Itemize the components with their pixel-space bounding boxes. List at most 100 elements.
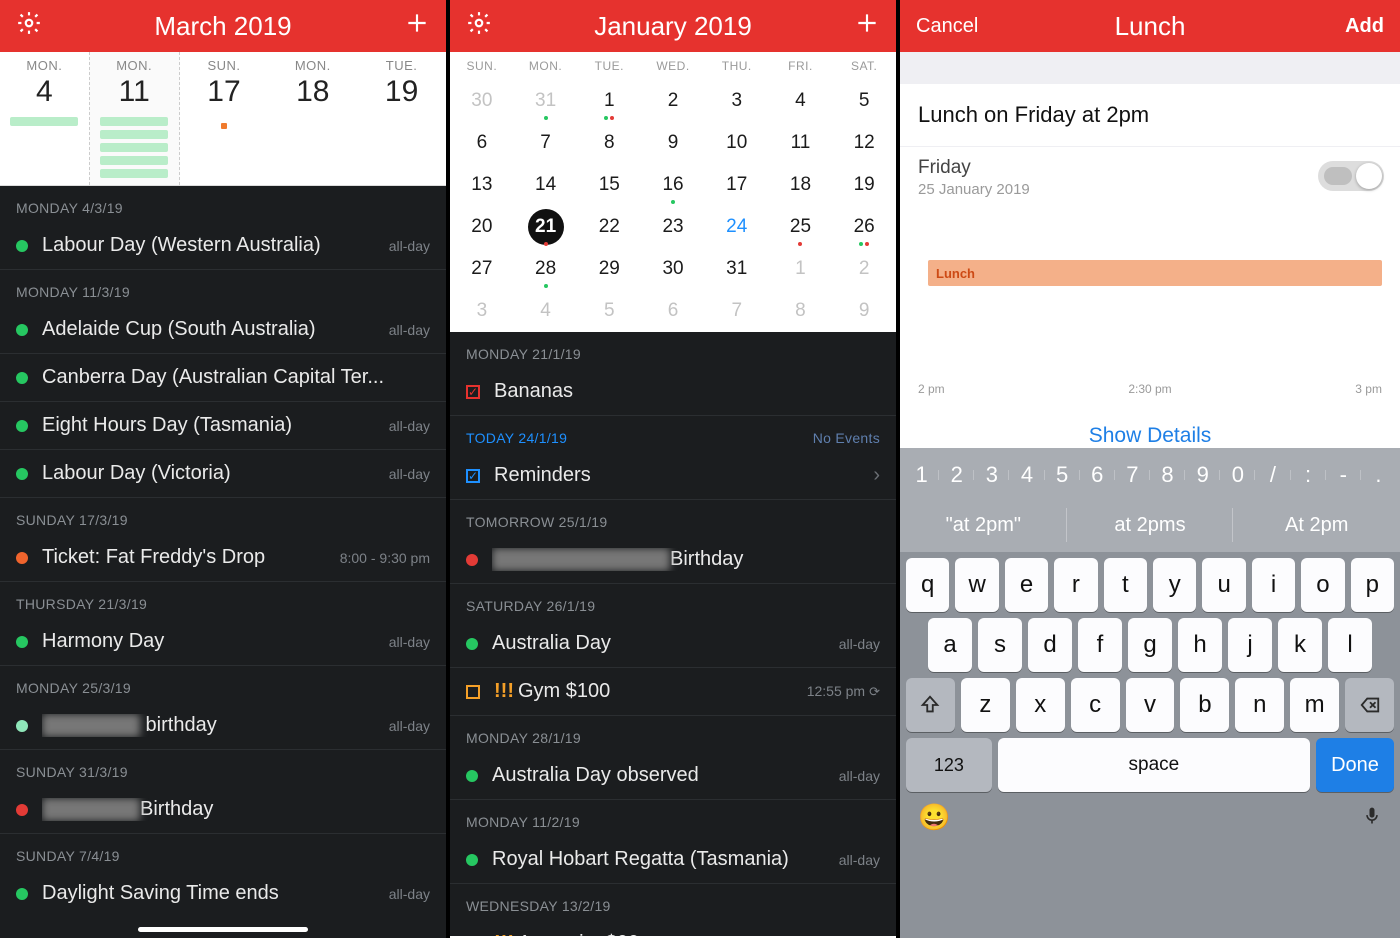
- week-day[interactable]: MON.18: [268, 52, 357, 185]
- month-day[interactable]: 3: [450, 290, 514, 332]
- month-day[interactable]: 30: [641, 248, 705, 290]
- key-letter[interactable]: o: [1301, 558, 1344, 612]
- month-day[interactable]: 7: [514, 122, 578, 164]
- event-row[interactable]: Labour Day (Victoria)all-day: [0, 450, 446, 498]
- key-letter[interactable]: q: [906, 558, 949, 612]
- month-day[interactable]: 3: [705, 80, 769, 122]
- event-bar[interactable]: Lunch: [928, 260, 1382, 286]
- event-row[interactable]: Ticket: Fat Freddy's Drop8:00 - 9:30 pm: [0, 534, 446, 582]
- month-day[interactable]: 29: [577, 248, 641, 290]
- event-row[interactable]: Adelaide Cup (South Australia)all-day: [0, 306, 446, 354]
- event-row[interactable]: Australia Dayall-day: [450, 620, 896, 668]
- week-day[interactable]: SUN.17: [180, 52, 269, 185]
- key-letter[interactable]: w: [955, 558, 998, 612]
- key-number[interactable]: 5: [1045, 462, 1080, 488]
- month-day[interactable]: 13: [450, 164, 514, 206]
- key-number[interactable]: .: [1361, 462, 1396, 488]
- month-day[interactable]: 4: [514, 290, 578, 332]
- event-row[interactable]: Eight Hours Day (Tasmania)all-day: [0, 402, 446, 450]
- key-number[interactable]: 0: [1220, 462, 1255, 488]
- checkbox-icon[interactable]: ✓: [466, 385, 480, 399]
- key-letter[interactable]: c: [1071, 678, 1120, 732]
- key-number[interactable]: -: [1326, 462, 1361, 488]
- key-letter[interactable]: g: [1128, 618, 1172, 672]
- keyboard-suggestion[interactable]: At 2pm: [1233, 498, 1400, 552]
- add-event-icon[interactable]: [854, 10, 880, 43]
- header-title[interactable]: January 2019: [536, 11, 810, 42]
- key-letter[interactable]: i: [1252, 558, 1295, 612]
- keyboard-suggestion[interactable]: "at 2pm": [900, 498, 1067, 552]
- month-day[interactable]: 31: [705, 248, 769, 290]
- event-list[interactable]: MONDAY 4/3/19Labour Day (Western Austral…: [0, 186, 446, 938]
- key-number[interactable]: 1: [904, 462, 939, 488]
- month-day[interactable]: 30: [450, 80, 514, 122]
- key-letter[interactable]: p: [1351, 558, 1394, 612]
- event-row[interactable]: Australia Day observedall-day: [450, 752, 896, 800]
- key-letter[interactable]: r: [1054, 558, 1097, 612]
- month-day[interactable]: 18: [769, 164, 833, 206]
- month-day[interactable]: 5: [832, 80, 896, 122]
- month-day[interactable]: 28: [514, 248, 578, 290]
- key-letter[interactable]: f: [1078, 618, 1122, 672]
- event-row[interactable]: Canberra Day (Australian Capital Ter...: [0, 354, 446, 402]
- key-done[interactable]: Done: [1316, 738, 1394, 792]
- week-day[interactable]: MON.4: [0, 52, 89, 185]
- month-grid[interactable]: 3031123456789101112131415161718192021222…: [450, 80, 896, 332]
- key-letter[interactable]: t: [1104, 558, 1147, 612]
- key-shift[interactable]: [906, 678, 955, 732]
- add-button[interactable]: Add: [1314, 15, 1384, 38]
- key-letter[interactable]: u: [1202, 558, 1245, 612]
- week-day[interactable]: MON.11: [89, 52, 180, 185]
- key-number[interactable]: 8: [1150, 462, 1185, 488]
- event-row[interactable]: Labour Day (Western Australia)all-day: [0, 222, 446, 270]
- keyboard-suggestion[interactable]: at 2pms: [1067, 498, 1234, 552]
- key-letter[interactable]: j: [1228, 618, 1272, 672]
- key-number[interactable]: /: [1255, 462, 1290, 488]
- month-day[interactable]: 8: [577, 122, 641, 164]
- month-day[interactable]: 20: [450, 206, 514, 248]
- key-backspace[interactable]: [1345, 678, 1394, 732]
- month-day[interactable]: 1: [577, 80, 641, 122]
- month-day[interactable]: 2: [832, 248, 896, 290]
- month-day[interactable]: 23: [641, 206, 705, 248]
- event-list[interactable]: MONDAY 21/1/19✓BananasTODAY 24/1/19No Ev…: [450, 332, 896, 936]
- key-letter[interactable]: m: [1290, 678, 1339, 732]
- event-row[interactable]: ✓Reminders›: [450, 452, 896, 500]
- key-letter[interactable]: d: [1028, 618, 1072, 672]
- key-letter[interactable]: b: [1180, 678, 1229, 732]
- checkbox-icon[interactable]: ✓: [466, 469, 480, 483]
- month-day[interactable]: 5: [577, 290, 641, 332]
- month-day[interactable]: 2: [641, 80, 705, 122]
- key-letter[interactable]: a: [928, 618, 972, 672]
- month-day[interactable]: 14: [514, 164, 578, 206]
- event-entry-input[interactable]: Lunch on Friday at 2pm: [900, 84, 1400, 146]
- key-letter[interactable]: x: [1016, 678, 1065, 732]
- event-row[interactable]: !!!Amaysim $0010:55 pm: [450, 920, 896, 936]
- emoji-icon[interactable]: 😀: [918, 802, 950, 837]
- month-day[interactable]: 22: [577, 206, 641, 248]
- key-number[interactable]: 3: [974, 462, 1009, 488]
- home-indicator[interactable]: [138, 927, 308, 932]
- month-day[interactable]: 7: [705, 290, 769, 332]
- month-day[interactable]: 27: [450, 248, 514, 290]
- key-number[interactable]: 4: [1009, 462, 1044, 488]
- key-letter[interactable]: z: [961, 678, 1010, 732]
- key-letter[interactable]: v: [1126, 678, 1175, 732]
- key-letter[interactable]: y: [1153, 558, 1196, 612]
- key-123[interactable]: 123: [906, 738, 992, 792]
- month-day[interactable]: 16: [641, 164, 705, 206]
- event-row[interactable]: Harmony Dayall-day: [0, 618, 446, 666]
- mic-icon[interactable]: [1362, 802, 1382, 837]
- week-strip[interactable]: MON.4MON.11SUN.17MON.18TUE.19: [0, 52, 446, 186]
- key-letter[interactable]: l: [1328, 618, 1372, 672]
- cancel-button[interactable]: Cancel: [916, 15, 986, 38]
- week-day[interactable]: TUE.19: [357, 52, 446, 185]
- add-event-icon[interactable]: [404, 10, 430, 43]
- settings-icon[interactable]: [16, 10, 42, 43]
- month-day[interactable]: 6: [641, 290, 705, 332]
- month-day[interactable]: 19: [832, 164, 896, 206]
- month-day[interactable]: 9: [641, 122, 705, 164]
- month-day[interactable]: 31: [514, 80, 578, 122]
- key-number[interactable]: 9: [1185, 462, 1220, 488]
- month-day[interactable]: 24: [705, 206, 769, 248]
